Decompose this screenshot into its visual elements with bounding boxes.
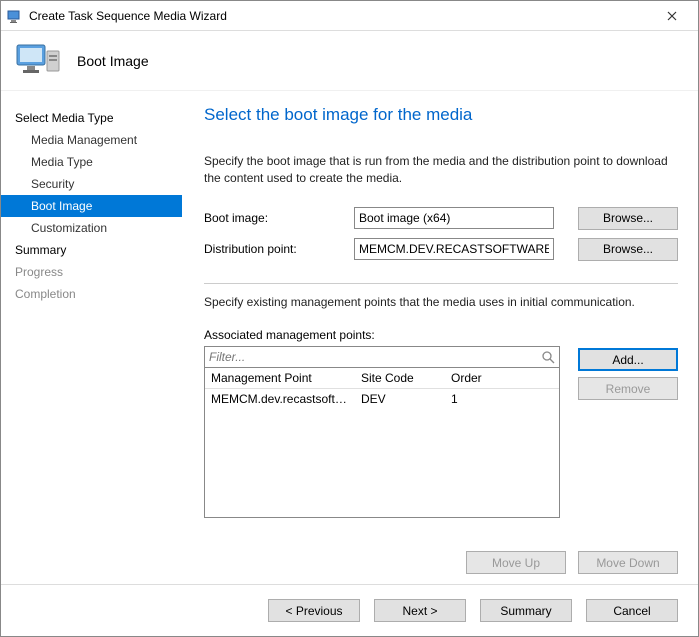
col-site-code[interactable]: Site Code	[355, 368, 445, 388]
close-button[interactable]	[652, 2, 692, 30]
boot-image-label: Boot image:	[204, 211, 354, 225]
dist-point-field[interactable]	[354, 238, 554, 260]
sidebar-item-security[interactable]: Security	[1, 173, 182, 195]
page-description: Specify the boot image that is run from …	[204, 153, 678, 187]
sidebar-item-summary[interactable]: Summary	[1, 239, 182, 261]
sidebar-item-media-type[interactable]: Media Type	[1, 151, 182, 173]
move-down-button: Move Down	[578, 551, 678, 574]
browse-dist-point-button[interactable]: Browse...	[578, 238, 678, 261]
boot-image-field[interactable]	[354, 207, 554, 229]
table-header: Management Point Site Code Order	[205, 368, 559, 389]
search-icon[interactable]	[541, 350, 555, 364]
cell-order: 1	[445, 389, 515, 409]
computer-icon	[15, 41, 63, 81]
sidebar-item-boot-image[interactable]: Boot Image	[1, 195, 182, 217]
filter-wrap	[204, 346, 560, 368]
assoc-label: Associated management points:	[204, 328, 678, 342]
cell-mp: MEMCM.dev.recastsoftwar...	[205, 389, 355, 409]
next-button[interactable]: Next >	[374, 599, 466, 622]
header-title: Boot Image	[77, 53, 149, 69]
window-title: Create Task Sequence Media Wizard	[29, 9, 652, 23]
filter-input[interactable]	[205, 347, 559, 367]
move-buttons: Move Up Move Down	[204, 527, 678, 574]
browse-boot-image-button[interactable]: Browse...	[578, 207, 678, 230]
sidebar-item-progress: Progress	[1, 261, 182, 283]
divider	[204, 283, 678, 284]
assoc-section: Management Point Site Code Order MEMCM.d…	[204, 346, 678, 518]
wizard-footer: < Previous Next > Summary Cancel	[1, 584, 698, 636]
wizard-sidebar: Select Media Type Media Management Media…	[1, 91, 182, 584]
dist-point-row: Distribution point: Browse...	[204, 238, 678, 261]
cell-site: DEV	[355, 389, 445, 409]
move-up-button: Move Up	[466, 551, 566, 574]
col-management-point[interactable]: Management Point	[205, 368, 355, 388]
assoc-left: Management Point Site Code Order MEMCM.d…	[204, 346, 560, 518]
page-title: Select the boot image for the media	[204, 105, 678, 125]
remove-button: Remove	[578, 377, 678, 400]
boot-image-row: Boot image: Browse...	[204, 207, 678, 230]
mgmt-description: Specify existing management points that …	[204, 294, 678, 311]
assoc-buttons: Add... Remove	[578, 346, 678, 406]
sidebar-item-customization[interactable]: Customization	[1, 217, 182, 239]
cancel-button[interactable]: Cancel	[586, 599, 678, 622]
col-order[interactable]: Order	[445, 368, 515, 388]
sidebar-item-media-management[interactable]: Media Management	[1, 129, 182, 151]
summary-button[interactable]: Summary	[480, 599, 572, 622]
wizard-header: Boot Image	[1, 31, 698, 91]
wizard-window: Create Task Sequence Media Wizard Boot I…	[0, 0, 699, 637]
dist-point-label: Distribution point:	[204, 242, 354, 256]
mgmt-points-table[interactable]: Management Point Site Code Order MEMCM.d…	[204, 368, 560, 518]
wizard-body: Select Media Type Media Management Media…	[1, 91, 698, 584]
table-row[interactable]: MEMCM.dev.recastsoftwar... DEV 1	[205, 389, 559, 409]
wizard-content: Select the boot image for the media Spec…	[182, 91, 698, 584]
sidebar-group-select-media-type[interactable]: Select Media Type	[1, 107, 182, 129]
add-button[interactable]: Add...	[578, 348, 678, 371]
app-icon	[7, 8, 23, 24]
sidebar-item-completion: Completion	[1, 283, 182, 305]
previous-button[interactable]: < Previous	[268, 599, 360, 622]
titlebar: Create Task Sequence Media Wizard	[1, 1, 698, 31]
